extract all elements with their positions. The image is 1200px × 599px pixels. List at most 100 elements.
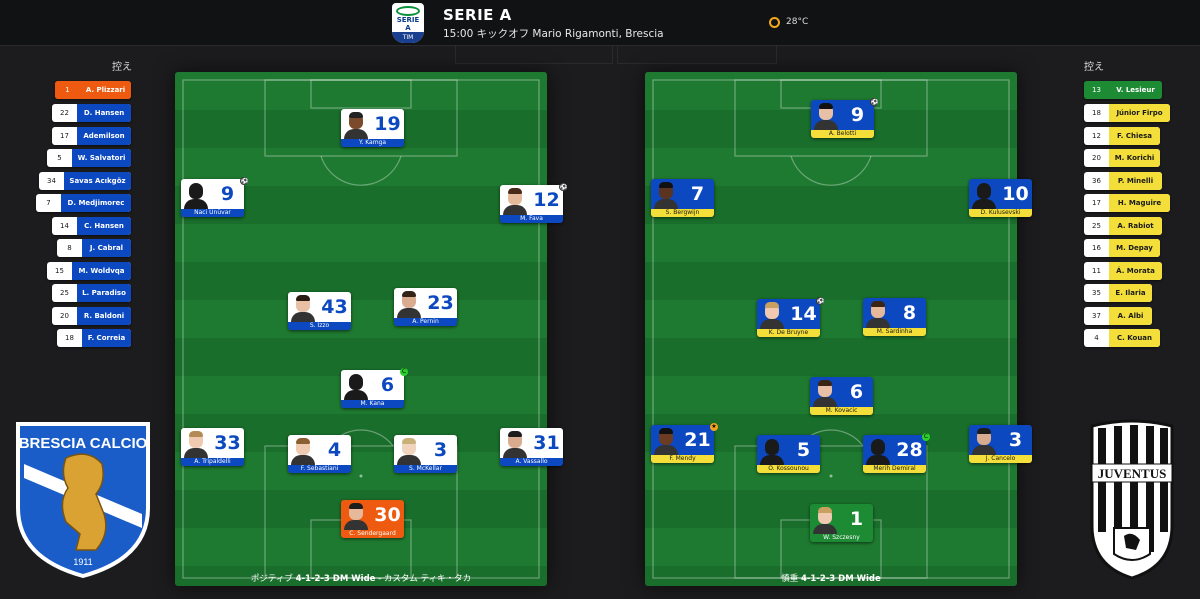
home-sub-5[interactable]: 7 D. Medjimorec [36, 194, 131, 212]
player-silhouette-icon [757, 435, 787, 465]
home-sub-9[interactable]: 25 L. Paradiso [52, 284, 131, 302]
sub-number: 12 [1092, 132, 1101, 140]
star-icon: ★ [710, 423, 718, 431]
sub-number: 14 [60, 222, 69, 230]
player-portrait [288, 435, 318, 465]
home-sub-1[interactable]: 22 D. Hansen [52, 104, 131, 122]
away-sub-4[interactable]: 36 P. Minelli [1084, 172, 1162, 190]
player-silhouette-icon [969, 179, 999, 209]
player-number: 33 [211, 428, 244, 458]
juventus-crest-text: JUVENTUS [1098, 466, 1167, 481]
sub-name: M. Woldvqa [72, 262, 131, 280]
player-portrait [810, 504, 840, 534]
home-sub-0[interactable]: 1 A. Plizzari [55, 81, 131, 99]
away-sub-11[interactable]: 4 C. Kouan [1084, 329, 1160, 347]
player-name: M. Fava [500, 215, 563, 223]
sub-number: 18 [1092, 109, 1101, 117]
home-player-card[interactable]: 33 A. Tripaldelli [181, 428, 244, 466]
home-sub-4[interactable]: 34 Savas Acıkgöz [39, 172, 131, 190]
home-player-card[interactable]: 31 A. Vassallo [500, 428, 563, 466]
away-sub-5[interactable]: 17 H. Maguire [1084, 194, 1170, 212]
away-sub-9[interactable]: 35 E. Ilaria [1084, 284, 1152, 302]
away-player-card[interactable]: 5 O. Kossounou [757, 435, 820, 473]
sub-number: 1 [55, 81, 80, 99]
sub-number: 35 [1092, 289, 1101, 297]
home-sub-8[interactable]: 15 M. Woldvqa [47, 262, 131, 280]
sub-name: C. Kouan [1109, 329, 1160, 347]
home-formation[interactable]: ポジティブ 4-1-2-3 DM Wide - カスタム ティキ・タカ [175, 572, 547, 584]
header-tab[interactable] [617, 46, 777, 64]
home-sub-10[interactable]: 20 R. Baldoni [52, 307, 131, 325]
home-sub-7[interactable]: 8 J. Cabral [57, 239, 131, 257]
away-player-card[interactable]: 10 D. Kulusevski [969, 179, 1032, 217]
player-name: F. Sebastiani [288, 465, 351, 473]
player-silhouette-icon [181, 179, 211, 209]
home-sub-6[interactable]: 14 C. Hansen [52, 217, 131, 235]
away-sub-1[interactable]: 18 Júnior Firpo [1084, 104, 1170, 122]
home-player-card[interactable]: 9 Naci Ünüvar ⚽ [181, 177, 248, 217]
home-player-card[interactable]: 12 M. Fava ⚽ [500, 183, 567, 223]
home-sub-11[interactable]: 18 F. Correia [57, 329, 131, 347]
away-sub-0[interactable]: 13 V. Lesieur [1084, 81, 1162, 99]
juventus-crest-logo: JUVENTUS [1090, 419, 1174, 580]
sub-name: H. Maguire [1109, 194, 1170, 212]
away-player-card[interactable]: 14 K. De Bruyne ⚽ [757, 297, 824, 337]
player-portrait [181, 428, 211, 458]
sub-name: P. Minelli [1109, 172, 1162, 190]
player-number: 4 [318, 435, 351, 465]
player-number: 23 [424, 288, 457, 318]
home-player-card[interactable]: 30 C. Sendergaard [341, 500, 404, 538]
home-player-card[interactable]: 6 M. Kana C [341, 368, 408, 408]
sub-name: C. Hansen [77, 217, 131, 235]
brescia-crest-text: BRESCIA CALCIO [19, 435, 148, 452]
home-player-card[interactable]: 19 Y. Kamga [341, 109, 404, 147]
header-tab[interactable] [455, 46, 613, 64]
away-sub-8[interactable]: 11 Á. Morata [1084, 262, 1162, 280]
sub-name: A. Albi [1109, 307, 1152, 325]
sub-name: R. Baldoni [77, 307, 131, 325]
home-player-card[interactable]: 43 S. Izzo [288, 292, 351, 330]
away-sub-10[interactable]: 37 A. Albi [1084, 307, 1152, 325]
away-player-card[interactable]: 21 F. Mendy ★ [651, 423, 718, 463]
away-player-card[interactable]: 3 J. Cancelo [969, 425, 1032, 463]
player-number: 8 [893, 298, 926, 328]
away-sub-6[interactable]: 25 A. Rabiot [1084, 217, 1162, 235]
player-number: 3 [424, 435, 457, 465]
sub-name: V. Lesieur [1109, 81, 1162, 99]
home-sub-3[interactable]: 5 W. Salvatori [47, 149, 131, 167]
player-number: 28 [893, 435, 926, 465]
player-name: M. Kana [341, 400, 404, 408]
home-sub-2[interactable]: 17 Ademilson [52, 127, 131, 145]
sub-name: W. Salvatori [72, 149, 131, 167]
away-sub-3[interactable]: 20 M. Korichi [1084, 149, 1160, 167]
home-player-card[interactable]: 23 A. Pernin [394, 288, 457, 326]
match-header: SERIE A TIM SERIE A 15:00 キックオフ Mario Ri… [0, 0, 1200, 46]
away-player-card[interactable]: 8 M. Sardinha [863, 298, 926, 336]
player-name: Y. Kamga [341, 139, 404, 147]
sub-number: 37 [1092, 312, 1101, 320]
away-player-card[interactable]: 7 S. Bergwijn [651, 179, 714, 217]
player-number: 9 [841, 100, 874, 130]
sub-name: Júnior Firpo [1109, 104, 1170, 122]
away-player-card[interactable]: 28 Merih Demiral C [863, 433, 930, 473]
player-name: S. Izzo [288, 322, 351, 330]
away-sub-7[interactable]: 16 M. Depay [1084, 239, 1160, 257]
player-number: 31 [530, 428, 563, 458]
player-portrait [500, 428, 530, 458]
away-formation[interactable]: 慎重 4-1-2-3 DM Wide [645, 572, 1017, 584]
away-player-card[interactable]: 1 W. Szczesny [810, 504, 873, 542]
away-player-card[interactable]: 6 M. Kovacic [810, 377, 873, 415]
home-player-card[interactable]: 4 F. Sebastiani [288, 435, 351, 473]
player-number: 21 [681, 425, 714, 455]
player-number: 10 [999, 179, 1032, 209]
sub-name: A. Rabiot [1109, 217, 1162, 235]
home-player-card[interactable]: 3 S. McKellar [394, 435, 457, 473]
sub-name: J. Cabral [82, 239, 131, 257]
player-name: F. Mendy [651, 455, 714, 463]
player-name: W. Szczesny [810, 534, 873, 542]
player-portrait [394, 288, 424, 318]
away-sub-2[interactable]: 12 F. Chiesa [1084, 127, 1160, 145]
sub-number: 20 [60, 312, 69, 320]
away-player-card[interactable]: 9 A. Belotti ⚽ [811, 98, 878, 138]
player-name: A. Vassallo [500, 458, 563, 466]
